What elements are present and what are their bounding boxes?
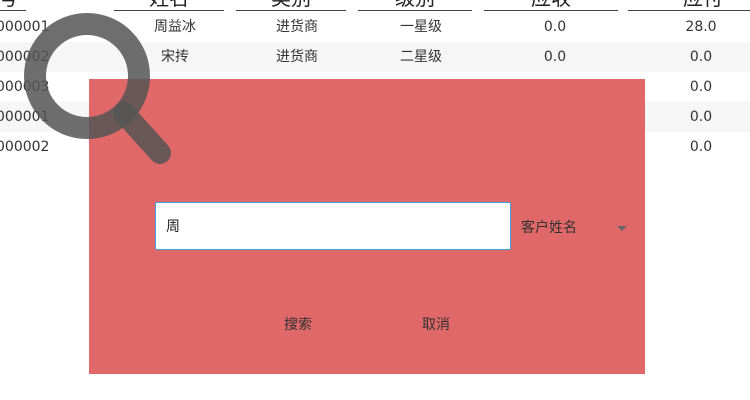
search-input[interactable] — [155, 202, 511, 250]
table-row[interactable]: 000001 周益冰 进货商 一星级 0.0 28.0 — [0, 12, 750, 42]
cancel-button[interactable]: 取消 — [406, 309, 466, 339]
search-dialog: 客户姓名 搜索 取消 — [89, 79, 645, 374]
search-field-select-label: 客户姓名 — [521, 220, 577, 236]
cell-code: 000001 — [0, 19, 50, 35]
header-type: 类别 — [236, 0, 346, 11]
cell-code: 000002 — [0, 139, 50, 155]
cell-receivable: 0.0 — [543, 19, 567, 35]
cell-level: 一星级 — [400, 19, 442, 35]
cell-code: 000002 — [0, 49, 50, 65]
header-payable: 应付 — [628, 0, 750, 11]
cell-code: 000001 — [0, 109, 50, 125]
cell-name: 宋抟 — [161, 49, 189, 65]
header-name: 姓名 — [114, 0, 224, 11]
header-receivable: 应收 — [484, 0, 618, 11]
chevron-down-icon — [617, 226, 627, 231]
header-code: 号 — [0, 0, 26, 11]
cell-name: 周益冰 — [154, 19, 196, 35]
cell-payable: 0.0 — [689, 49, 713, 65]
cell-level: 二星级 — [400, 49, 442, 65]
cell-payable: 28.0 — [685, 19, 717, 35]
header-level: 级别 — [358, 0, 472, 11]
search-button[interactable]: 搜索 — [268, 309, 328, 339]
cell-type: 进货商 — [276, 49, 318, 65]
table-header: 号 姓名 类别 级别 应收 应付 — [0, 0, 750, 12]
cell-type: 进货商 — [276, 19, 318, 35]
cell-receivable: 0.0 — [543, 49, 567, 65]
search-field-select[interactable]: 客户姓名 — [521, 212, 631, 242]
table-row[interactable]: 000002 宋抟 进货商 二星级 0.0 0.0 — [0, 42, 750, 72]
cell-code: 000003 — [0, 79, 50, 95]
